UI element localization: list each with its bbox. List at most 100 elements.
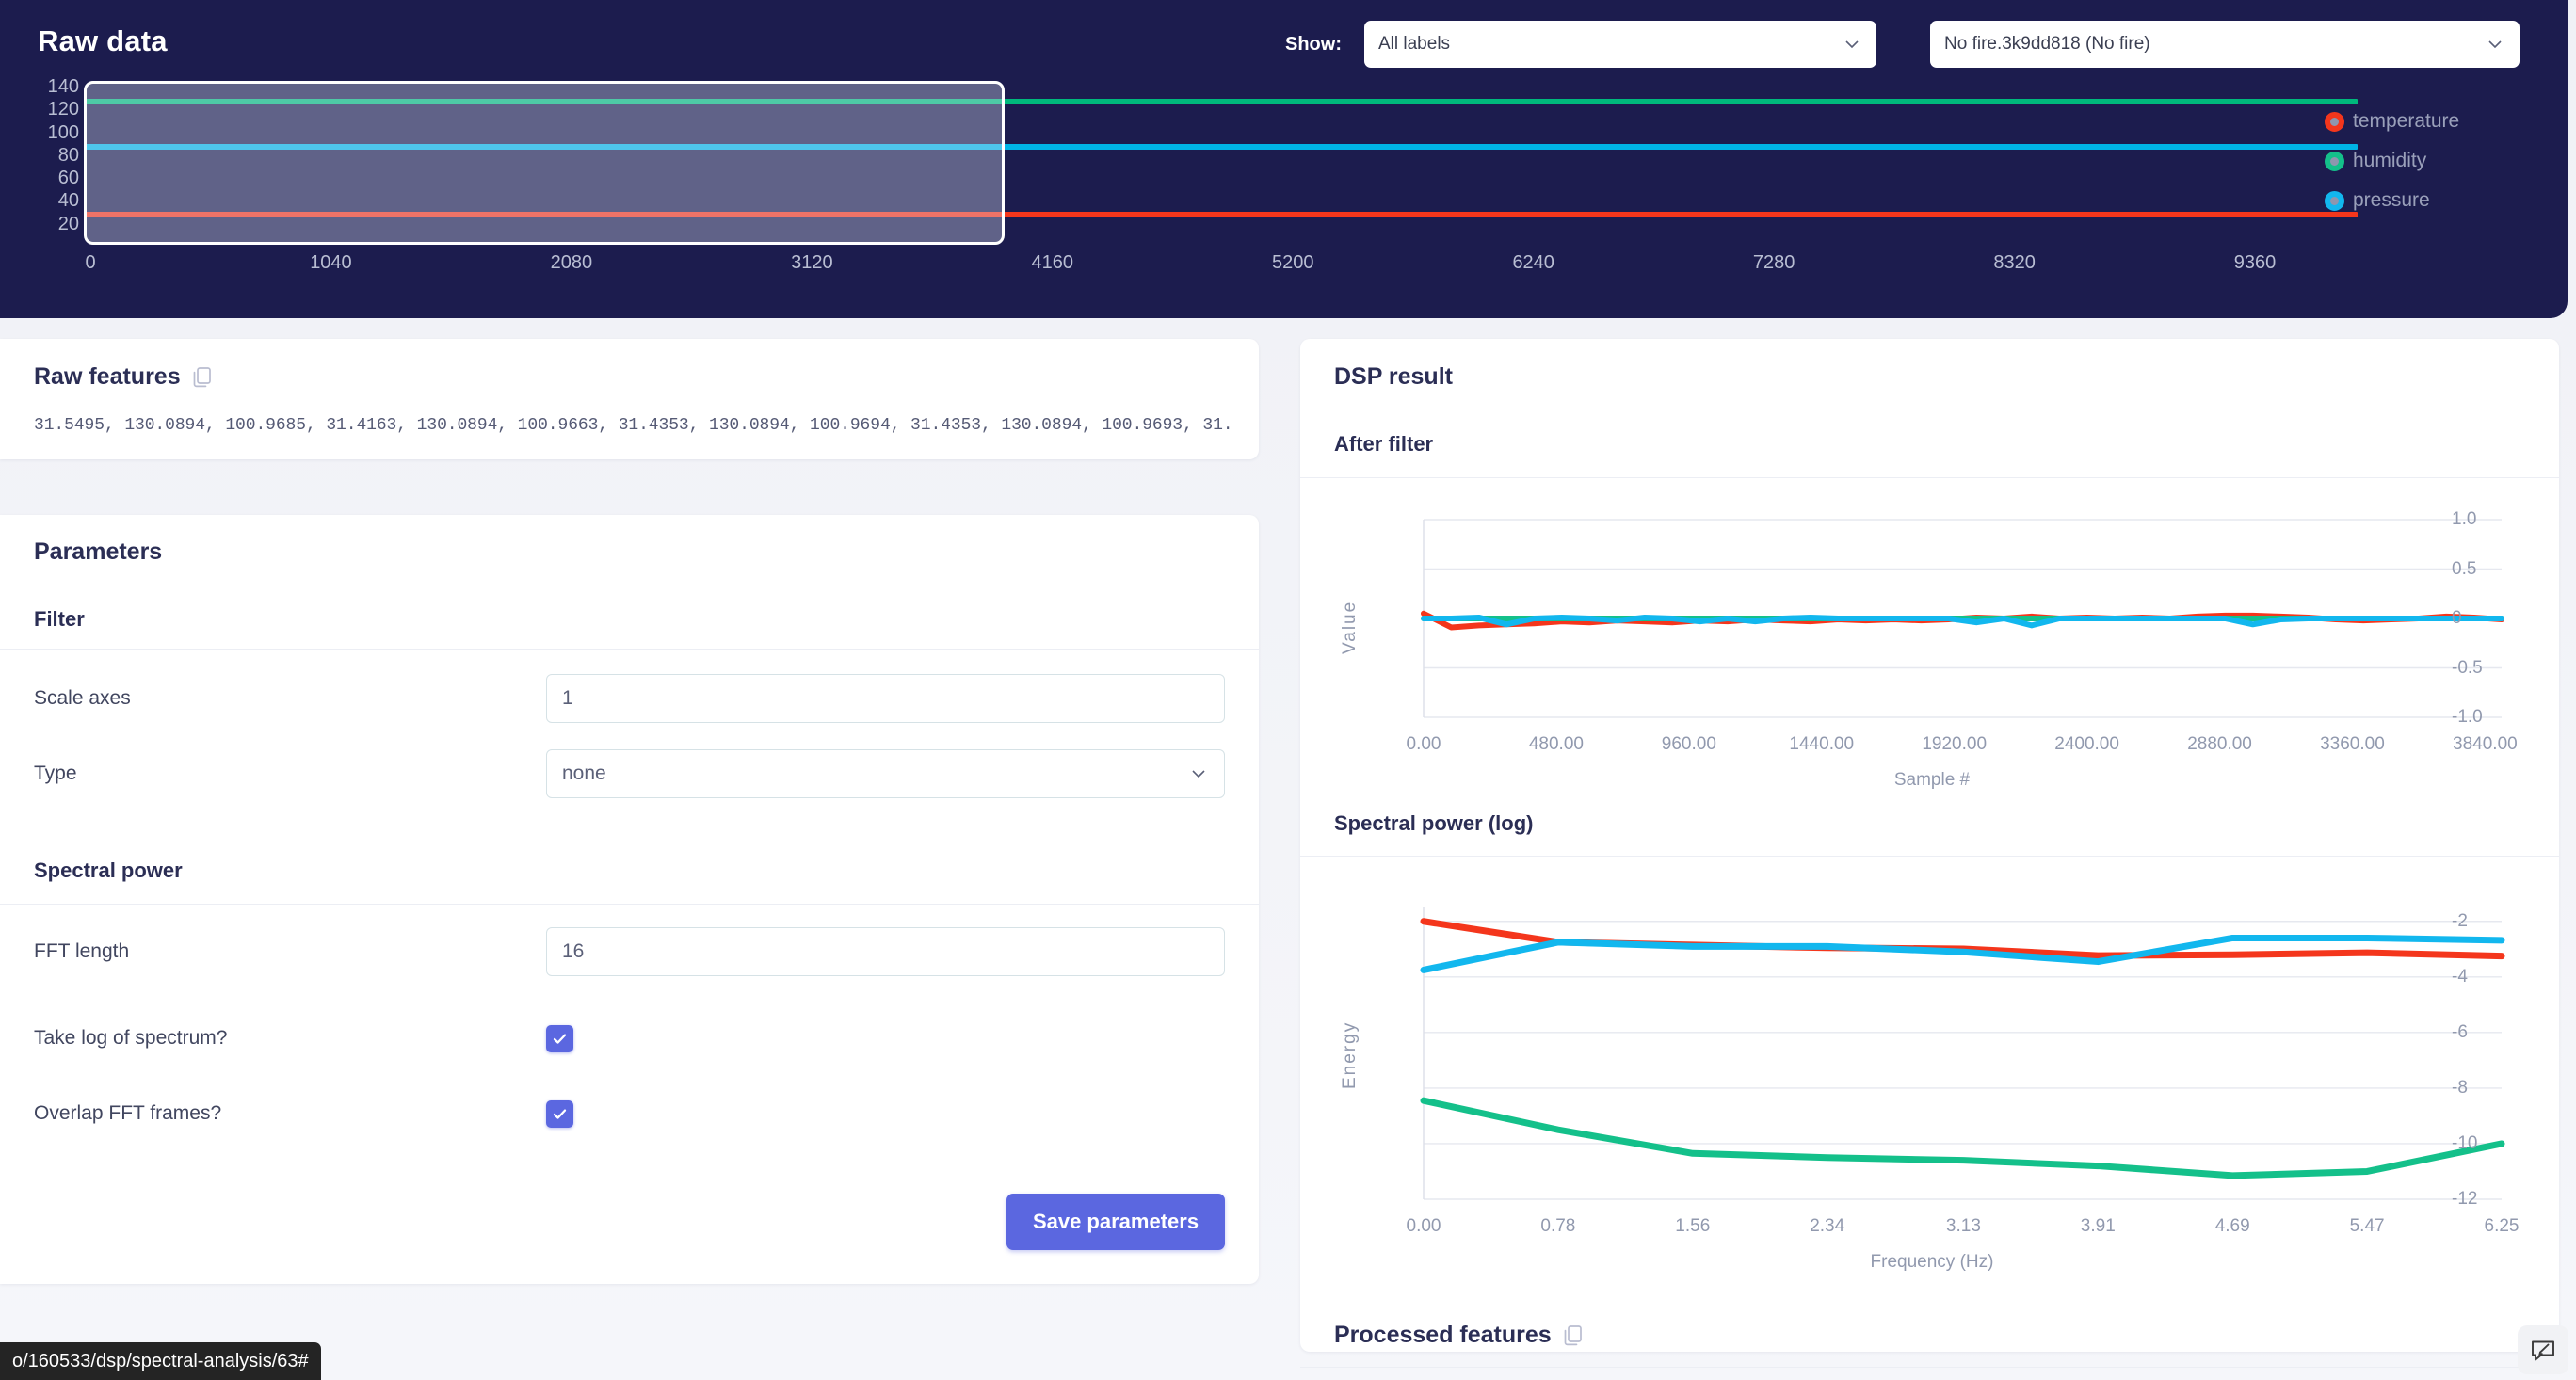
x-tick: 6240 bbox=[1512, 252, 1554, 273]
scale-axes-row: Scale axes bbox=[34, 674, 1225, 723]
y-tick: -4 bbox=[2452, 966, 2468, 987]
x-tick: 5.47 bbox=[2349, 1216, 2385, 1236]
take-log-label: Take log of spectrum? bbox=[34, 1027, 228, 1049]
scale-axes-label: Scale axes bbox=[34, 687, 131, 709]
feedback-edit-icon[interactable] bbox=[2518, 1325, 2568, 1374]
legend-item-temperature[interactable]: temperature bbox=[2325, 102, 2541, 141]
spectral-power-log-svg bbox=[1420, 907, 2505, 1200]
section-divider bbox=[1300, 477, 2559, 478]
y-tick: -6 bbox=[2452, 1021, 2468, 1042]
spectral-power-log-title: Spectral power (log) bbox=[1334, 811, 1534, 835]
processed-features-header: Processed features bbox=[1334, 1322, 1584, 1349]
raw-features-header: Raw features bbox=[34, 363, 213, 391]
chevron-down-icon bbox=[1842, 34, 1862, 55]
y-tick: 0 bbox=[2452, 608, 2462, 628]
parameters-card bbox=[0, 515, 1259, 1284]
status-bar-url: o/160533/dsp/spectral-analysis/63# bbox=[0, 1342, 321, 1380]
parameters-title: Parameters bbox=[34, 538, 163, 565]
x-tick: 2080 bbox=[550, 252, 593, 273]
y-tick: 60 bbox=[57, 168, 79, 189]
raw-features-card: Raw features 31.5495, 130.0894, 100.9685… bbox=[0, 339, 1259, 459]
legend-marker-icon bbox=[2325, 190, 2344, 211]
processed-features-title: Processed features bbox=[1334, 1322, 1552, 1348]
legend-item-humidity[interactable]: humidity bbox=[2325, 141, 2541, 181]
y-tick: -10 bbox=[2452, 1132, 2478, 1153]
labels-filter-value: All labels bbox=[1378, 34, 1451, 54]
sample-select[interactable]: No fire.3k9dd818 (No fire) bbox=[1930, 21, 2520, 68]
fft-length-label: FFT length bbox=[34, 940, 130, 962]
x-tick: 1040 bbox=[310, 252, 352, 273]
y-tick: 40 bbox=[57, 190, 79, 212]
overlap-fft-label: Overlap FFT frames? bbox=[34, 1102, 222, 1124]
y-tick: 0.5 bbox=[2452, 558, 2477, 579]
show-label: Show: bbox=[1285, 34, 1342, 55]
copy-icon[interactable] bbox=[1563, 1324, 1584, 1347]
x-tick: 8320 bbox=[1993, 252, 2036, 273]
y-tick: -8 bbox=[2452, 1077, 2468, 1098]
overlap-fft-checkbox[interactable] bbox=[546, 1099, 573, 1128]
y-tick: -1.0 bbox=[2452, 707, 2483, 727]
section-divider bbox=[1300, 856, 2559, 857]
section-divider bbox=[0, 904, 1259, 905]
legend-marker-icon bbox=[2325, 151, 2344, 171]
x-tick: 1920.00 bbox=[1922, 734, 1988, 754]
raw-chart-x-axis: 0 1040 2080 3120 4160 5200 6240 7280 8320 9360 bbox=[85, 252, 2358, 281]
x-tick: 2400.00 bbox=[2054, 734, 2119, 754]
raw-features-title: Raw features bbox=[34, 363, 181, 390]
dsp-result-title: DSP result bbox=[1334, 363, 1453, 390]
x-tick: 6.25 bbox=[2484, 1216, 2520, 1236]
take-log-row: Take log of spectrum? bbox=[34, 1014, 1225, 1063]
y-tick: 140 bbox=[47, 76, 79, 97]
after-filter-chart: -1.0 -0.5 0 0.5 1.0 0.00 480.00 960.00 1440.00 19… bbox=[1334, 501, 2530, 793]
scale-axes-input[interactable] bbox=[546, 674, 1225, 723]
take-log-checkbox[interactable] bbox=[546, 1024, 573, 1052]
overlap-fft-row: Overlap FFT frames? bbox=[34, 1089, 1225, 1138]
y-axis-title: Energy bbox=[1340, 1020, 1360, 1089]
legend-item-pressure[interactable]: pressure bbox=[2325, 181, 2541, 220]
x-tick: 0.00 bbox=[1406, 734, 1441, 754]
x-tick: 960.00 bbox=[1661, 734, 1716, 754]
x-tick: 3.13 bbox=[1945, 1216, 1981, 1236]
y-tick: -12 bbox=[2452, 1189, 2478, 1209]
y-axis-title: Value bbox=[1340, 600, 1360, 654]
x-tick: 9360 bbox=[2233, 252, 2277, 273]
fft-length-input[interactable] bbox=[546, 927, 1225, 976]
x-axis-title: Frequency (Hz) bbox=[1870, 1252, 1994, 1272]
chevron-down-icon bbox=[2485, 34, 2505, 55]
y-tick: -2 bbox=[2452, 910, 2468, 931]
raw-chart-legend: temperature humidity pressure bbox=[2325, 102, 2541, 220]
x-tick: 2880.00 bbox=[2187, 734, 2252, 754]
y-tick: 120 bbox=[47, 99, 79, 120]
legend-label: humidity bbox=[2353, 150, 2427, 171]
x-tick: 5200 bbox=[1271, 252, 1314, 273]
x-axis-title: Sample # bbox=[1893, 770, 1971, 790]
y-tick: 80 bbox=[57, 144, 79, 166]
y-tick: 1.0 bbox=[2452, 509, 2477, 529]
after-filter-title: After filter bbox=[1334, 432, 1434, 456]
x-tick: 1440.00 bbox=[1789, 734, 1855, 754]
legend-marker-icon bbox=[2325, 111, 2344, 132]
raw-features-values: 31.5495, 130.0894, 100.9685, 31.4163, 13… bbox=[34, 416, 1232, 435]
x-tick: 2.34 bbox=[1810, 1216, 1845, 1236]
x-tick: 0 bbox=[85, 252, 96, 273]
raw-chart-y-axis: 140 120 100 80 60 40 20 bbox=[21, 75, 79, 235]
x-tick: 3.91 bbox=[2080, 1216, 2116, 1236]
x-tick: 7280 bbox=[1752, 252, 1795, 273]
filter-type-select[interactable]: none bbox=[546, 749, 1225, 798]
x-tick: 3120 bbox=[791, 252, 833, 273]
page-title: Raw data bbox=[38, 24, 168, 57]
filter-section-title: Filter bbox=[34, 607, 85, 631]
save-parameters-button[interactable]: Save parameters bbox=[1006, 1194, 1225, 1250]
y-tick: 20 bbox=[57, 213, 79, 234]
legend-label: temperature bbox=[2353, 110, 2460, 132]
section-divider bbox=[0, 649, 1259, 650]
copy-icon[interactable] bbox=[192, 366, 213, 389]
fft-length-row: FFT length bbox=[34, 927, 1225, 976]
x-tick: 1.56 bbox=[1675, 1216, 1711, 1236]
chevron-down-icon bbox=[1188, 763, 1209, 784]
spectral-power-section-title: Spectral power bbox=[34, 858, 183, 882]
raw-chart-selection-window[interactable] bbox=[84, 81, 1005, 245]
labels-filter-select[interactable]: All labels bbox=[1364, 21, 1876, 68]
spectral-power-log-chart: -12 -10 -8 -6 -4 -2 0.00 0.78 1.56 2.34 3.13 3.91 4.… bbox=[1334, 879, 2530, 1303]
x-tick: 3840.00 bbox=[2453, 734, 2518, 754]
